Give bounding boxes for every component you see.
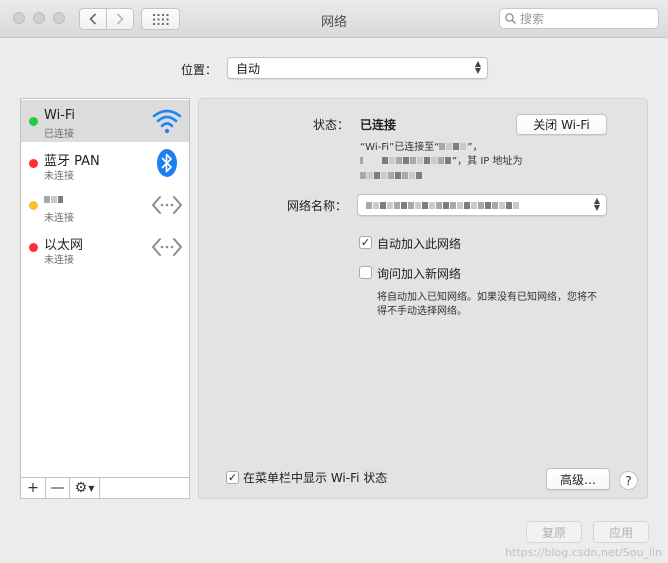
auto-join-checkbox[interactable]: ✓: [359, 236, 372, 249]
service-name-redacted: [44, 192, 64, 207]
show-in-menubar-label: 在菜单栏中显示 Wi-Fi 状态: [243, 471, 388, 485]
location-value: 自动: [236, 61, 261, 76]
service-item-wifi[interactable]: Wi-Fi 已连接: [21, 100, 189, 142]
status-dot: [29, 243, 38, 252]
network-interface-icon: [152, 238, 182, 256]
apply-button[interactable]: 应用: [593, 521, 649, 543]
show-in-menubar-checkbox[interactable]: ✓: [226, 471, 239, 484]
ask-join-note-line2: 得不手动选择网络。: [377, 306, 467, 317]
auto-join-label: 自动加入此网络: [377, 237, 462, 251]
service-name: Wi-Fi: [44, 108, 76, 123]
search-icon: [505, 13, 516, 24]
advanced-button[interactable]: 高级…: [546, 468, 610, 490]
ip-address-redacted: [360, 167, 423, 182]
service-item-bluetooth-pan[interactable]: 蓝牙 PAN 未连接: [21, 142, 189, 184]
service-status: 已连接: [44, 129, 74, 140]
ask-join-note-line1: 将自动加入已知网络。如果没有已知网络，您将不: [377, 292, 597, 303]
service-status: 未连接: [44, 213, 74, 224]
service-status: 未连接: [44, 255, 74, 266]
location-label: 位置：: [181, 63, 218, 77]
search-placeholder: 搜索: [520, 12, 545, 26]
location-popup[interactable]: 自动 ▲ ▼: [227, 57, 488, 79]
network-name-label: 网络名称：: [287, 199, 348, 213]
gear-icon: ⚙: [74, 480, 88, 496]
turn-off-wifi-button[interactable]: 关闭 Wi-Fi: [516, 114, 607, 135]
status-description-line1: “Wi-Fi”已连接至“”，: [360, 142, 483, 153]
watermark-text: https://blog.csdn.net/Sou_lin: [505, 546, 662, 559]
popup-arrows-icon: ▲ ▼: [593, 196, 601, 212]
service-item-ethernet[interactable]: 以太网 未连接: [21, 226, 189, 268]
service-status: 未连接: [44, 171, 74, 182]
status-dot: [29, 159, 38, 168]
help-button[interactable]: ?: [619, 471, 638, 490]
status-label: 状态：: [313, 118, 350, 132]
status-description-line2: ”，其 IP 地址为: [360, 152, 523, 167]
network-interface-icon: [152, 196, 182, 214]
checkmark-icon: ✓: [227, 471, 238, 484]
network-name-popup[interactable]: ▲ ▼: [357, 194, 607, 216]
search-field[interactable]: 搜索: [499, 8, 659, 29]
network-name-redacted: [366, 198, 520, 212]
chevron-down-icon: ▼: [88, 483, 95, 493]
bluetooth-icon: [157, 149, 177, 177]
status-dot: [29, 201, 38, 210]
service-item-redacted[interactable]: 未连接: [21, 184, 189, 226]
status-value: 已连接: [360, 118, 397, 132]
revert-button[interactable]: 复原: [526, 521, 582, 543]
remove-service-button[interactable]: —: [46, 478, 70, 498]
gear-menu-button[interactable]: ⚙ ▼: [70, 478, 100, 498]
ask-join-checkbox[interactable]: [359, 266, 372, 279]
title-bar: 网络 搜索: [0, 0, 668, 38]
service-list: Wi-Fi 已连接 蓝牙 PAN 未连接 未连接 以太网 未连接: [20, 98, 190, 478]
checkmark-icon: ✓: [360, 236, 371, 249]
status-dot: [29, 117, 38, 126]
popup-arrows-icon: ▲ ▼: [474, 59, 482, 75]
ask-join-label: 询问加入新网络: [377, 267, 462, 281]
add-service-button[interactable]: +: [21, 478, 46, 498]
wifi-icon: [152, 109, 182, 134]
service-toolbar: + — ⚙ ▼: [20, 478, 190, 499]
